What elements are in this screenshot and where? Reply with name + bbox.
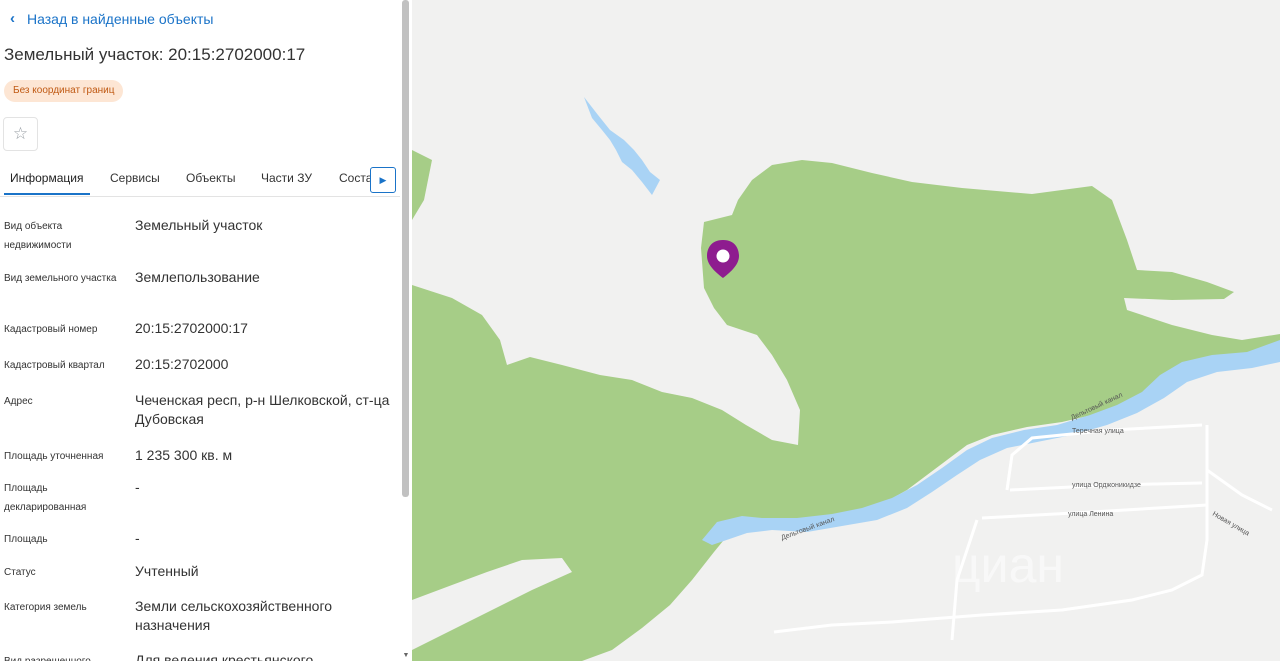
field-label-object-type: Вид объекта недвижимости	[4, 221, 72, 251]
field-value-area-refined: 1 235 300 кв. м	[135, 447, 233, 463]
field-value-area-declared: -	[135, 479, 140, 495]
field-value-area: -	[135, 530, 140, 546]
field-value-land-category: Земли сельскохозяйственного назначения	[135, 598, 333, 633]
field-label-cadastral-number: Кадастровый номер	[4, 324, 98, 335]
field-label-area: Площадь	[4, 534, 48, 545]
field-label-land-category: Категория земель	[4, 602, 87, 613]
chevron-left-icon: ‹	[10, 10, 15, 27]
scroll-down-icon[interactable]: ▼	[401, 651, 411, 661]
info-panel: ‹ Назад в найденные объекты Земельный уч…	[0, 0, 400, 661]
caret-right-icon: ▶	[379, 175, 387, 185]
street-label-lenina: улица Ленина	[1068, 511, 1113, 518]
status-badge: Без координат границ	[4, 80, 124, 102]
tab-parts[interactable]: Части ЗУ	[261, 171, 312, 185]
field-value-permitted-use: Для ведения крестьянского	[135, 652, 314, 661]
field-label-address: Адрес	[4, 396, 33, 407]
tabs-scroll-right-button[interactable]: ▶	[370, 167, 396, 193]
tab-bar: Информация Сервисы Объекты Части ЗУ Сост…	[0, 160, 400, 197]
field-label-area-declared: Площадь декларированная	[4, 483, 87, 513]
tab-objects[interactable]: Объекты	[186, 171, 236, 185]
star-icon: ☆	[12, 124, 29, 143]
tab-information[interactable]: Информация	[10, 171, 83, 185]
back-link-label: Назад в найденные объекты	[27, 10, 214, 27]
watermark: циан	[952, 537, 1064, 593]
tab-services[interactable]: Сервисы	[110, 171, 160, 185]
field-value-object-type: Земельный участок	[135, 217, 263, 233]
field-label-cadastral-quarter: Кадастровый квартал	[4, 360, 105, 371]
field-label-status: Статус	[4, 567, 36, 578]
field-value-address: Чеченская респ, р-н Шелковской, ст-ца Ду…	[135, 392, 390, 427]
street-label-terechnaya: Теречная улица	[1072, 428, 1124, 435]
field-value-cadastral-number: 20:15:2702000:17	[135, 320, 248, 336]
scrollbar-thumb[interactable]	[402, 0, 409, 497]
favorite-button[interactable]: ☆	[3, 117, 38, 151]
active-tab-indicator	[4, 193, 90, 195]
map-view[interactable]: Теречная улица улица Орджоникидзе улица …	[412, 0, 1280, 661]
page-title: Земельный участок: 20:15:2702000:17	[4, 45, 306, 64]
field-label-land-type: Вид земельного участка	[4, 273, 117, 284]
street-label-ordzhonikidze: улица Орджоникидзе	[1072, 482, 1141, 489]
field-label-permitted-use: Вид разрешенного	[4, 652, 122, 661]
back-link[interactable]: ‹ Назад в найденные объекты	[10, 10, 213, 27]
field-value-status: Учтенный	[135, 563, 199, 579]
field-value-cadastral-quarter: 20:15:2702000	[135, 356, 229, 372]
field-value-land-type: Землепользование	[135, 269, 260, 285]
tab-composition[interactable]: Соста	[339, 171, 372, 185]
field-label-area-refined: Площадь уточненная	[4, 451, 104, 462]
